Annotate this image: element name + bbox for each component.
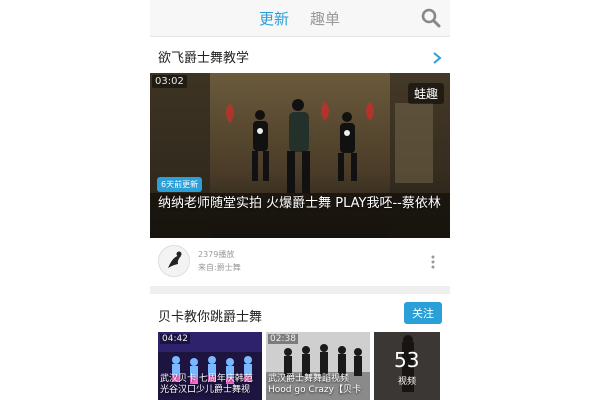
play-count: 2379播放 [198, 250, 235, 259]
channel-title: 欲飞爵士舞教学 [158, 51, 250, 66]
tab-playlist[interactable]: 趣单 [310, 8, 340, 29]
channel2-header: 贝卡教你跳爵士舞 关注 [150, 298, 450, 328]
tab-update[interactable]: 更新 [259, 8, 289, 29]
thumb-caption: 武汉爵士舞舞蹈视频 Hood go Crazy【贝卡 [268, 374, 361, 395]
video-thumbnail [150, 73, 450, 238]
avatar[interactable] [158, 245, 190, 277]
search-icon[interactable] [421, 8, 441, 28]
video-thumbnail-row: 04:42 武汉贝卡 七周年庆韩范 光谷汉口少儿爵士舞视 02:38 武汉爵士舞… [150, 332, 450, 400]
video-thumb[interactable]: 02:38 武汉爵士舞舞蹈视频 Hood go Crazy【贝卡 [266, 332, 370, 400]
updated-badge: 6天前更新 [157, 177, 203, 192]
video-count: 53 [394, 348, 420, 372]
thumb-duration: 02:38 [268, 334, 298, 344]
more-icon[interactable] [430, 254, 436, 270]
brand-badge: 蛙趣 [407, 83, 444, 104]
chevron-right-icon[interactable] [432, 49, 442, 64]
video-count-label: 视频 [398, 377, 417, 387]
phone-screen: 更新 趣单 欲飞爵士舞教学 03:02 蛙趣 6天前更新 纳纳老师随堂实拍 火爆… [150, 0, 450, 400]
channel2-title[interactable]: 贝卡教你跳爵士舞 [158, 306, 262, 325]
video-thumb[interactable]: 04:42 武汉贝卡 七周年庆韩范 光谷汉口少儿爵士舞视 [158, 332, 262, 400]
channel-header[interactable]: 欲飞爵士舞教学 [150, 40, 450, 72]
thumb-caption: 武汉贝卡 七周年庆韩范 光谷汉口少儿爵士舞视 [160, 374, 253, 395]
video-title: 纳纳老师随堂实拍 火爆爵士舞 PLAY我呸--蔡依林 [158, 196, 441, 211]
top-nav-bar: 更新 趣单 [150, 0, 450, 37]
video-duration: 03:02 [152, 75, 187, 88]
thumb-duration: 04:42 [160, 334, 190, 344]
video-source: 来自:爵士舞 [198, 263, 241, 272]
more-videos-tile[interactable]: 53 视频 [374, 332, 440, 400]
follow-button[interactable]: 关注 [404, 302, 442, 324]
featured-video-card[interactable]: 03:02 蛙趣 6天前更新 纳纳老师随堂实拍 火爆爵士舞 PLAY我呸--蔡依… [150, 73, 450, 238]
section-divider [150, 286, 450, 294]
video-meta-row: 2379播放 来自:爵士舞 [150, 240, 450, 284]
